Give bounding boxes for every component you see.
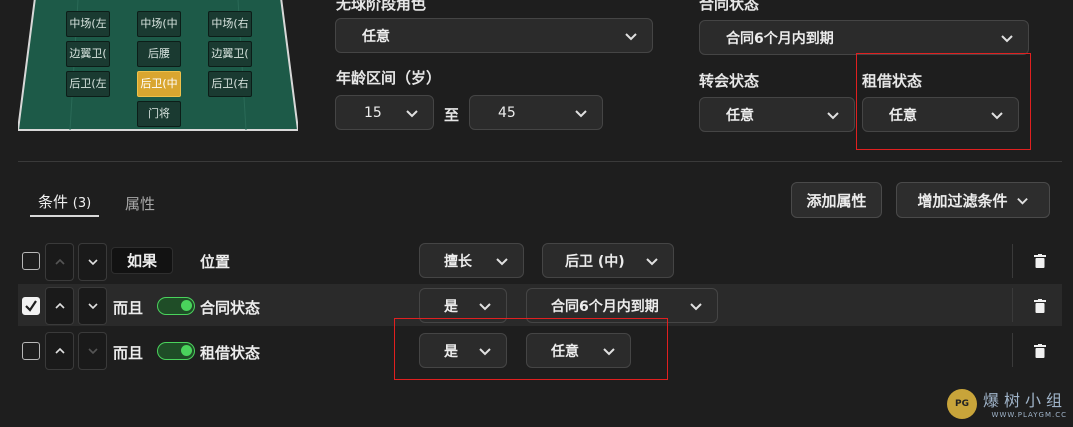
age-min-value: 15 [364, 104, 382, 121]
position-cb-left[interactable]: 后卫(左 [66, 71, 110, 97]
chevron-down-icon [646, 257, 658, 265]
transfer-status-label: 转会状态 [699, 72, 760, 90]
add-filter-label: 增加过滤条件 [917, 191, 1008, 210]
age-to-label: 至 [444, 106, 460, 124]
age-max-select[interactable]: 45 [469, 95, 603, 130]
rule-3-checkbox[interactable] [22, 342, 40, 360]
tab-active-indicator [30, 215, 99, 217]
tab-conditions-count: (3) [72, 196, 92, 211]
tab-conditions-label: 条件 [38, 193, 69, 211]
rule-row-1 [18, 240, 1062, 282]
age-range-label: 年龄区间（岁） [336, 69, 442, 87]
position-cb-center[interactable]: 后卫(中 [137, 71, 181, 97]
rule-1-operator-select[interactable]: 擅长 [419, 243, 524, 278]
position-cb-right[interactable]: 后卫(右 [208, 71, 252, 97]
toggle-knob [181, 345, 192, 356]
section-divider [18, 161, 1062, 162]
position-dm-right[interactable]: 中场(右 [208, 11, 252, 37]
rule-1-value: 后卫 (中) [565, 253, 625, 270]
formation-pitch: 中场(左 中场(中 中场(右 边翼卫( 后腰 边翼卫( 后卫(左 后卫(中 后卫… [18, 0, 298, 132]
position-wb-left[interactable]: 边翼卫( [66, 41, 110, 67]
highlight-box-loan-rule [394, 318, 668, 380]
transfer-status-select[interactable]: 任意 [699, 97, 855, 132]
chevron-up-icon [54, 347, 65, 354]
add-attribute-button[interactable]: 添加属性 [791, 182, 882, 218]
rule-2-checkbox[interactable] [22, 297, 40, 315]
tab-conditions[interactable]: 条件 (3) [38, 191, 91, 212]
chevron-down-icon [87, 303, 98, 310]
chevron-down-icon [690, 302, 702, 310]
row-separator [1012, 288, 1013, 322]
watermark: PG 爆树小组 WWW.PLAYGM.CC [946, 387, 1067, 419]
no-ball-role-label: 无球阶段角色 [336, 0, 427, 13]
contract-status-select[interactable]: 合同6个月内到期 [699, 20, 1029, 55]
rule-1-logic[interactable]: 如果 [111, 247, 173, 274]
rule-1-checkbox[interactable] [22, 252, 40, 270]
rule-2-move-down-button[interactable] [78, 287, 107, 325]
contract-status-value: 合同6个月内到期 [726, 30, 834, 47]
rule-3-field: 租借状态 [200, 344, 261, 362]
rule-3-move-up-button[interactable] [45, 332, 74, 370]
chevron-down-icon [625, 32, 637, 40]
rule-1-field: 位置 [200, 253, 231, 271]
rule-2-operator: 是 [444, 298, 458, 315]
trash-icon[interactable] [1034, 254, 1046, 268]
row-separator [1012, 333, 1013, 367]
checkmark-icon [25, 300, 37, 312]
chevron-down-icon [87, 348, 98, 355]
watermark-title: 爆树小组 [982, 391, 1067, 410]
age-max-value: 45 [498, 104, 516, 121]
watermark-logo: PG [946, 389, 977, 419]
position-wb-right[interactable]: 边翼卫( [208, 41, 252, 67]
rule-1-operator: 擅长 [444, 253, 472, 270]
position-goalkeeper[interactable]: 门将 [137, 101, 181, 127]
rule-2-logic: 而且 [113, 299, 144, 317]
transfer-status-value: 任意 [726, 107, 754, 124]
rule-2-value: 合同6个月内到期 [551, 298, 659, 315]
chevron-down-icon [1001, 34, 1013, 42]
toggle-knob [181, 300, 192, 311]
rule-2-toggle[interactable] [157, 297, 195, 315]
rule-2-move-up-button[interactable] [45, 287, 74, 325]
no-ball-role-select[interactable]: 任意 [335, 18, 653, 53]
add-filter-button[interactable]: 增加过滤条件 [896, 182, 1050, 218]
chevron-down-icon [479, 302, 491, 310]
position-cdm[interactable]: 后腰 [137, 41, 181, 67]
rule-3-toggle[interactable] [157, 342, 195, 360]
position-dm-center[interactable]: 中场(中 [137, 11, 181, 37]
chevron-down-icon [827, 111, 839, 119]
rule-2-field: 合同状态 [200, 299, 261, 317]
chevron-down-icon [406, 109, 418, 117]
tab-attributes[interactable]: 属性 [125, 193, 155, 214]
position-dm-left[interactable]: 中场(左 [66, 11, 110, 37]
chevron-down-icon [496, 257, 508, 265]
rule-3-move-down-button[interactable] [78, 332, 107, 370]
watermark-url: WWW.PLAYGM.CC [991, 411, 1067, 419]
no-ball-role-value: 任意 [362, 28, 390, 45]
highlight-box-loan-status [856, 53, 1031, 150]
rule-1-value-select[interactable]: 后卫 (中) [542, 243, 674, 278]
chevron-up-icon [54, 258, 65, 265]
contract-status-label: 合同状态 [699, 0, 760, 13]
chevron-down-icon [87, 259, 98, 266]
chevron-down-icon [1016, 197, 1028, 205]
rule-1-move-up-button[interactable] [45, 243, 74, 281]
chevron-down-icon [575, 109, 587, 117]
rule-1-move-down-button[interactable] [78, 243, 107, 281]
trash-icon[interactable] [1034, 344, 1046, 358]
age-min-select[interactable]: 15 [335, 95, 434, 130]
chevron-up-icon [54, 302, 65, 309]
trash-icon[interactable] [1034, 299, 1046, 313]
row-separator [1012, 244, 1013, 278]
rule-3-logic: 而且 [113, 344, 144, 362]
watermark-text-block: 爆树小组 WWW.PLAYGM.CC [983, 387, 1067, 419]
add-attribute-label: 添加属性 [806, 191, 867, 210]
